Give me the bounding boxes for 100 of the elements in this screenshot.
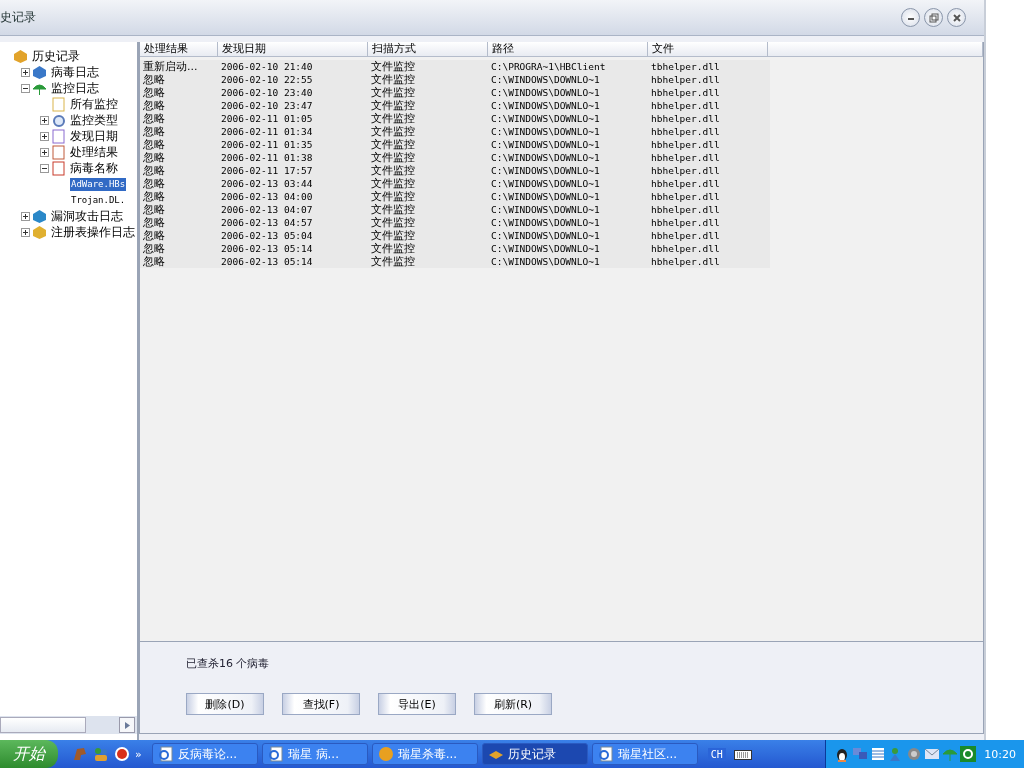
restore-button[interactable] xyxy=(924,8,943,27)
table-cell-text: 2006-02-11 17:57 xyxy=(220,164,314,177)
close-button[interactable] xyxy=(947,8,966,27)
table-cell-text: 忽略 xyxy=(142,73,166,86)
more-button[interactable]: » xyxy=(135,747,142,761)
table-cell-text: hbhelper.dll xyxy=(650,190,721,203)
table-cell-text: 文件监控 xyxy=(370,138,416,151)
table-cell-text: 忽略 xyxy=(142,242,166,255)
tree-toggle[interactable] xyxy=(40,131,49,141)
table-cell-text: 忽略 xyxy=(142,177,166,190)
action-button[interactable]: 查找(F) xyxy=(282,693,360,715)
action-button[interactable]: 刷新(R) xyxy=(474,693,552,715)
tree-item[interactable]: 监控类型 xyxy=(69,111,119,129)
close-icon xyxy=(951,12,962,23)
table-cell-text: C:\WINDOWS\DOWNLO~1 xyxy=(490,216,601,229)
column-header[interactable]: 处理结果 xyxy=(140,42,218,56)
tree-item[interactable]: 发现日期 xyxy=(69,127,119,145)
tree-item[interactable]: 漏洞攻击日志 xyxy=(50,207,124,225)
column-header[interactable]: 路径 xyxy=(488,42,648,56)
tree-item[interactable]: 病毒日志 xyxy=(50,63,100,81)
table-cell-text: hbhelper.dll xyxy=(650,125,721,138)
table-cell-text: C:\WINDOWS\DOWNLO~1 xyxy=(490,203,601,216)
table-cell-text: C:\WINDOWS\DOWNLO~1 xyxy=(490,73,601,86)
table-cell-text: 忽略 xyxy=(142,99,166,112)
table-cell-text: C:\WINDOWS\DOWNLO~1 xyxy=(490,190,601,203)
table-cell-text: C:\WINDOWS\DOWNLO~1 xyxy=(490,112,601,125)
window-title: 史记录 xyxy=(0,9,36,26)
tree-item[interactable]: 所有监控 xyxy=(69,95,119,113)
tree-toggle[interactable] xyxy=(40,115,49,125)
tree-toggle[interactable] xyxy=(21,67,30,77)
envelope-icon[interactable] xyxy=(924,746,941,762)
table-cell-text: 2006-02-10 23:47 xyxy=(220,99,314,112)
table-cell-text: C:\WINDOWS\DOWNLO~1 xyxy=(490,99,601,112)
table-cell-text: C:\WINDOWS\DOWNLO~1 xyxy=(490,125,601,138)
horizontal-scrollbar[interactable] xyxy=(0,716,137,734)
status-text: 已查杀16 个病毒 xyxy=(186,656,271,671)
table-cell-text: 忽略 xyxy=(142,138,166,151)
browser-icon xyxy=(267,746,284,762)
column-header[interactable]: 发现日期 xyxy=(218,42,368,56)
tree-item[interactable]: 注册表操作日志 xyxy=(50,223,136,241)
table-cell-text: 2006-02-11 01:05 xyxy=(220,112,314,125)
action-button[interactable]: 导出(E) xyxy=(378,693,456,715)
table-cell-text: 忽略 xyxy=(142,203,166,216)
right-arrow-icon xyxy=(123,720,131,730)
table-cell-text: 2006-02-11 01:35 xyxy=(220,138,314,151)
keyboard-icon[interactable] xyxy=(733,748,752,760)
table-cell-text: 文件监控 xyxy=(370,190,416,203)
table-cell-text: 文件监控 xyxy=(370,216,416,229)
table-cell-text: 重新启动... xyxy=(142,60,199,73)
column-header[interactable]: 扫描方式 xyxy=(368,42,488,56)
table-cell-text: 文件监控 xyxy=(370,177,416,190)
table-cell-text: 文件监控 xyxy=(370,151,416,164)
tree-toggle[interactable] xyxy=(21,211,30,221)
action-button[interactable]: 删除(D) xyxy=(186,693,264,715)
table-cell-text: 忽略 xyxy=(142,216,166,229)
table-cell-text: 忽略 xyxy=(142,190,166,203)
tree-item[interactable]: Trojan.DL. xyxy=(70,193,127,207)
table-cell-text: hbhelper.dll xyxy=(650,112,721,125)
taskbar-button[interactable]: 瑞星杀毒... xyxy=(371,743,478,765)
table-cell-text: 文件监控 xyxy=(370,73,416,86)
table-cell-text: 2006-02-13 05:04 xyxy=(220,229,314,242)
tree-item[interactable]: 病毒名称 xyxy=(69,159,119,177)
taskbar-button[interactable]: 瑞星社区... xyxy=(591,743,698,765)
tree-toggle[interactable] xyxy=(40,163,49,173)
table-cell-text: hbhelper.dll xyxy=(650,99,721,112)
table-cell-text: 2006-02-10 21:40 xyxy=(220,60,314,73)
table-cell-text: 忽略 xyxy=(142,255,166,268)
taskbar-button[interactable]: 历史记录 xyxy=(481,743,588,765)
table-cell-text: 文件监控 xyxy=(370,99,416,112)
table-cell-text: C:\WINDOWS\DOWNLO~1 xyxy=(490,138,601,151)
table-cell-text: 2006-02-10 23:40 xyxy=(220,86,314,99)
table-cell-text: 2006-02-13 05:14 xyxy=(220,242,314,255)
tree-toggle[interactable] xyxy=(21,227,30,237)
table-cell-text: 2006-02-13 03:44 xyxy=(220,177,314,190)
taskbar-button[interactable]: 反病毒论... xyxy=(151,743,258,765)
tree-toggle[interactable] xyxy=(21,83,30,93)
table-cell-text: C:\WINDOWS\DOWNLO~1 xyxy=(490,177,601,190)
table-cell-text: 2006-02-10 22:55 xyxy=(220,73,314,86)
tree-item[interactable]: 处理结果 xyxy=(69,143,119,161)
table-cell-text: 2006-02-13 04:00 xyxy=(220,190,314,203)
tree-item[interactable]: 监控日志 xyxy=(50,79,100,97)
language-indicator[interactable]: CH xyxy=(707,747,726,761)
table-cell-text: hbhelper.dll xyxy=(650,255,721,268)
table-cell-text: C:\WINDOWS\DOWNLO~1 xyxy=(490,164,601,177)
tree-item[interactable]: 历史记录 xyxy=(31,47,81,65)
table-cell-text: C:\WINDOWS\DOWNLO~1 xyxy=(490,151,601,164)
table-cell-text: hbhelper.dll xyxy=(650,73,721,86)
table-cell-text: C:\WINDOWS\DOWNLO~1 xyxy=(490,229,601,242)
table-cell-text: C:\WINDOWS\DOWNLO~1 xyxy=(490,86,601,99)
tree-toggle[interactable] xyxy=(40,147,49,157)
table-cell-text: 忽略 xyxy=(142,86,166,99)
table-cell-text: hbhelper.dll xyxy=(650,242,721,255)
column-header[interactable]: 文件 xyxy=(648,42,768,56)
table-cell-text: 2006-02-11 01:34 xyxy=(220,125,314,138)
table-cell-text: hbhelper.dll xyxy=(650,229,721,242)
tree-item[interactable]: AdWare.HBs xyxy=(70,177,127,191)
table-cell-text: 忽略 xyxy=(142,229,166,242)
taskbar-button[interactable]: 瑞星 病... xyxy=(261,743,368,765)
minimize-button[interactable] xyxy=(901,8,920,27)
scroll-right-button[interactable] xyxy=(119,717,135,733)
